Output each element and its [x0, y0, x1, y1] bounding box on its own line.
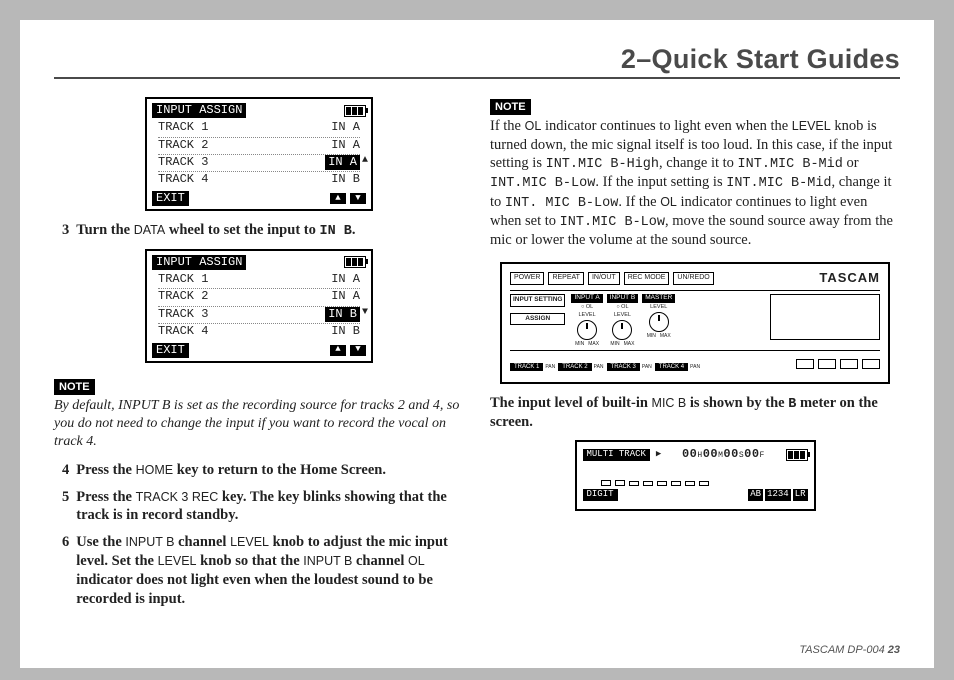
- meter-lcd: MULTI TRACK ▶ 00H00M00S00F DIGIT AB 1234…: [575, 440, 816, 511]
- device-button: REC MODE: [624, 272, 670, 285]
- meter-1234: 1234: [765, 489, 791, 501]
- device-leds: [796, 359, 880, 369]
- multi-track-label: MULTI TRACK: [583, 449, 650, 461]
- device-brand: TASCAM: [819, 270, 880, 287]
- page-title: 2–Quick Start Guides: [54, 44, 900, 79]
- exit-button: EXIT: [152, 191, 189, 206]
- bottom-bold-line: The input level of built-in MIC B is sho…: [490, 394, 900, 432]
- meter-lr: LR: [793, 489, 808, 501]
- device-screen: [770, 294, 880, 340]
- meter-bars: [601, 466, 790, 486]
- battery-icon: [786, 449, 808, 461]
- note-tag: NOTE: [490, 99, 531, 115]
- meter-ab: AB: [748, 489, 763, 501]
- step-6: 6 Use the INPUT B channel LEVEL knob to …: [62, 533, 464, 608]
- lcd-header: INPUT ASSIGN: [152, 103, 246, 118]
- lcd-track-row: TRACK 4IN B: [152, 324, 366, 339]
- lcd-track-row: ▲TRACK 3IN A: [152, 155, 366, 170]
- left-column: INPUT ASSIGN TRACK 1IN ATRACK 2IN A▲TRAC…: [54, 97, 464, 617]
- lcd-input-assign-1: INPUT ASSIGN TRACK 1IN ATRACK 2IN A▲TRAC…: [145, 97, 373, 211]
- note-text: By default, INPUT B is set as the record…: [54, 397, 464, 451]
- lcd-track-row: TRACK 4IN B: [152, 172, 366, 187]
- device-button: IN/OUT: [588, 272, 620, 285]
- lcd-track-row: TRACK 2IN A: [152, 289, 366, 304]
- page-footer: TASCAM DP-004 23: [799, 644, 900, 656]
- device-diagram: POWERREPEATIN/OUTREC MODEUN/REDO TASCAM …: [500, 262, 890, 384]
- exit-button: EXIT: [152, 343, 189, 358]
- battery-icon: [344, 105, 366, 117]
- right-note-paragraph: If the OL indicator continues to light e…: [490, 117, 900, 250]
- step-3: 3 Turn the DATA wheel to set the input t…: [62, 221, 464, 241]
- lcd-track-row: TRACK 2IN A: [152, 138, 366, 153]
- lcd-track-row: TRACK 1IN A: [152, 120, 366, 135]
- right-column: NOTE If the OL indicator continues to li…: [490, 97, 900, 617]
- lcd-track-row: TRACK 1IN A: [152, 272, 366, 287]
- step-5: 5 Press the TRACK 3 REC key. The key bli…: [62, 488, 464, 526]
- device-button: UN/REDO: [673, 272, 713, 285]
- lcd-input-assign-2: INPUT ASSIGN TRACK 1IN ATRACK 2IN A▼TRAC…: [145, 249, 373, 363]
- time-counter: 00H00M00S00F: [661, 447, 785, 462]
- down-arrow-icon: ▼: [350, 345, 366, 356]
- up-arrow-icon: ▲: [330, 345, 346, 356]
- note-tag: NOTE: [54, 379, 95, 395]
- device-button: POWER: [510, 272, 544, 285]
- lcd-track-row: ▼TRACK 3IN B: [152, 307, 366, 322]
- lcd-header: INPUT ASSIGN: [152, 255, 246, 270]
- step-4: 4 Press the HOME key to return to the Ho…: [62, 461, 464, 480]
- up-arrow-icon: ▲: [330, 193, 346, 204]
- battery-icon: [344, 256, 366, 268]
- down-arrow-icon: ▼: [350, 193, 366, 204]
- device-button: REPEAT: [548, 272, 584, 285]
- digit-label: DIGIT: [583, 489, 618, 501]
